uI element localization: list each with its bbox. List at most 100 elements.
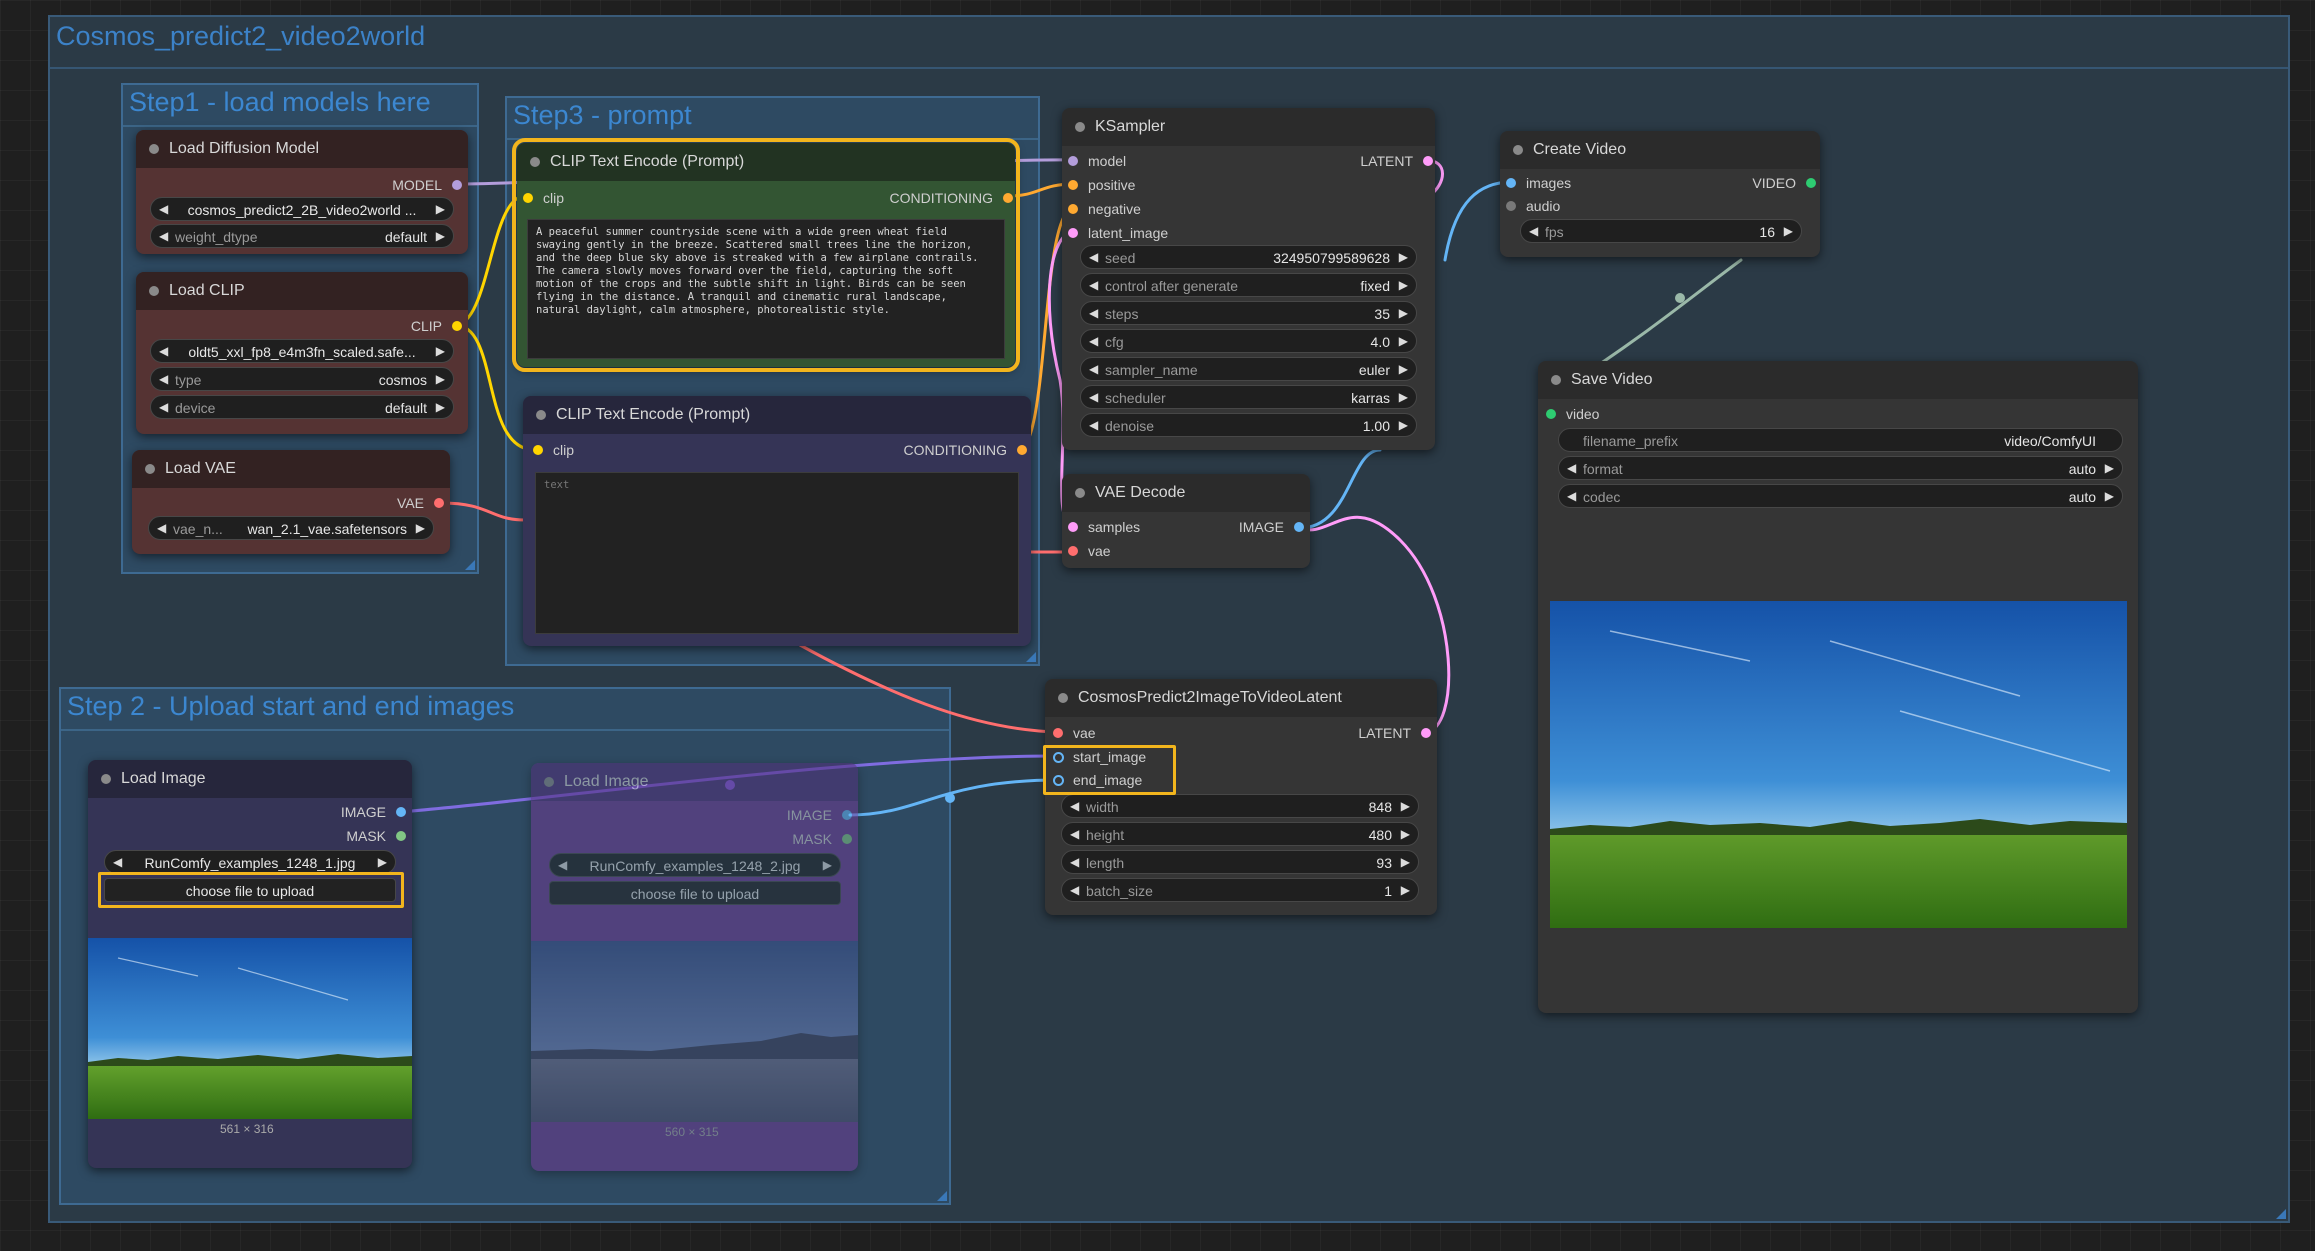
decrement-arrow-icon[interactable]: ◀ bbox=[113, 855, 122, 869]
collapse-dot[interactable] bbox=[1551, 375, 1561, 385]
decrement-arrow-icon[interactable]: ◀ bbox=[1070, 827, 1079, 841]
clip-type-combo[interactable]: ◀ type cosmos ▶ bbox=[150, 367, 454, 391]
output-pin[interactable] bbox=[396, 831, 406, 841]
collapse-dot[interactable] bbox=[1513, 145, 1523, 155]
input-pin[interactable] bbox=[1506, 178, 1516, 188]
sampler-name-widget[interactable]: ◀ sampler_name euler ▶ bbox=[1080, 357, 1417, 381]
choose-file-button[interactable]: choose file to upload bbox=[549, 881, 841, 905]
negative-prompt-textarea[interactable]: text bbox=[535, 472, 1019, 634]
input-pin[interactable] bbox=[1546, 409, 1556, 419]
node-load-vae[interactable]: Load VAE VAE ◀ vae_n... wan_2.1_vae.safete… bbox=[132, 450, 450, 554]
output-mask[interactable]: MASK bbox=[792, 831, 852, 847]
decrement-arrow-icon[interactable]: ◀ bbox=[1089, 362, 1098, 376]
node-header[interactable]: Load VAE bbox=[132, 450, 450, 488]
node-header[interactable]: Load Image bbox=[531, 763, 858, 801]
decrement-arrow-icon[interactable]: ◀ bbox=[1070, 855, 1079, 869]
output-vae[interactable]: VAE bbox=[397, 495, 444, 511]
node-load-diffusion-model[interactable]: Load Diffusion Model MODEL ◀ cosmos_predi… bbox=[136, 130, 468, 254]
image-file-combo[interactable]: ◀ RunComfy_examples_1248_2.jpg ▶ bbox=[549, 853, 841, 877]
input-model[interactable]: model bbox=[1068, 153, 1126, 169]
collapse-dot[interactable] bbox=[1075, 488, 1085, 498]
decrement-arrow-icon[interactable]: ◀ bbox=[1567, 489, 1576, 503]
fps-widget[interactable]: ◀ fps 16 ▶ bbox=[1520, 219, 1802, 243]
increment-arrow-icon[interactable]: ▶ bbox=[436, 400, 445, 414]
increment-arrow-icon[interactable]: ▶ bbox=[1401, 855, 1410, 869]
increment-arrow-icon[interactable]: ▶ bbox=[416, 521, 425, 535]
decrement-arrow-icon[interactable]: ◀ bbox=[159, 372, 168, 386]
decrement-arrow-icon[interactable]: ◀ bbox=[1070, 883, 1079, 897]
codec-widget[interactable]: ◀ codec auto ▶ bbox=[1558, 484, 2123, 508]
vae-name-combo[interactable]: ◀ vae_n... wan_2.1_vae.safetensors ▶ bbox=[148, 516, 434, 540]
output-video[interactable]: VIDEO bbox=[1752, 175, 1816, 191]
increment-arrow-icon[interactable]: ▶ bbox=[823, 858, 832, 872]
increment-arrow-icon[interactable]: ▶ bbox=[1784, 224, 1793, 238]
node-header[interactable]: Load Diffusion Model bbox=[136, 130, 468, 168]
input-pin[interactable] bbox=[1068, 546, 1078, 556]
output-clip[interactable]: CLIP bbox=[411, 318, 462, 334]
decrement-arrow-icon[interactable]: ◀ bbox=[1567, 461, 1576, 475]
collapse-dot[interactable] bbox=[536, 410, 546, 420]
decrement-arrow-icon[interactable]: ◀ bbox=[1089, 250, 1098, 264]
output-image[interactable]: IMAGE bbox=[341, 804, 406, 820]
collapse-dot[interactable] bbox=[1058, 693, 1068, 703]
output-pin[interactable] bbox=[452, 180, 462, 190]
collapse-dot[interactable] bbox=[544, 777, 554, 787]
node-header[interactable]: Load CLIP bbox=[136, 272, 468, 310]
node-header[interactable]: KSampler bbox=[1062, 108, 1435, 146]
increment-arrow-icon[interactable]: ▶ bbox=[1401, 799, 1410, 813]
input-pin[interactable] bbox=[1068, 180, 1078, 190]
collapse-dot[interactable] bbox=[145, 464, 155, 474]
batch-size-widget[interactable]: ◀ batch_size 1 ▶ bbox=[1061, 878, 1419, 902]
collapse-dot[interactable] bbox=[1075, 122, 1085, 132]
output-conditioning[interactable]: CONDITIONING bbox=[890, 190, 1013, 206]
output-image[interactable]: IMAGE bbox=[787, 807, 852, 823]
increment-arrow-icon[interactable]: ▶ bbox=[2105, 461, 2114, 475]
node-header[interactable]: CosmosPredict2ImageToVideoLatent bbox=[1045, 679, 1437, 717]
output-latent[interactable]: LATENT bbox=[1360, 153, 1433, 169]
decrement-arrow-icon[interactable]: ◀ bbox=[159, 400, 168, 414]
input-pin[interactable] bbox=[1068, 156, 1078, 166]
output-pin[interactable] bbox=[1003, 193, 1013, 203]
image-file-combo[interactable]: ◀ RunComfy_examples_1248_1.jpg ▶ bbox=[104, 850, 396, 874]
prompt-textarea[interactable]: A peaceful summer countryside scene with… bbox=[527, 219, 1005, 359]
output-pin[interactable] bbox=[1423, 156, 1433, 166]
output-pin[interactable] bbox=[1294, 522, 1304, 532]
decrement-arrow-icon[interactable]: ◀ bbox=[1089, 334, 1098, 348]
format-widget[interactable]: ◀ format auto ▶ bbox=[1558, 456, 2123, 480]
seed-widget[interactable]: ◀ seed 324950799589628 ▶ bbox=[1080, 245, 1417, 269]
input-pin[interactable] bbox=[1068, 228, 1078, 238]
collapse-dot[interactable] bbox=[149, 286, 159, 296]
node-header[interactable]: Load Image bbox=[88, 760, 412, 798]
decrement-arrow-icon[interactable]: ◀ bbox=[159, 229, 168, 243]
node-load-clip[interactable]: Load CLIP CLIP ◀ oldt5_xxl_fp8_e4m3fn_sca… bbox=[136, 272, 468, 434]
output-pin[interactable] bbox=[452, 321, 462, 331]
output-pin[interactable] bbox=[842, 834, 852, 844]
input-samples[interactable]: samples bbox=[1068, 519, 1140, 535]
decrement-arrow-icon[interactable]: ◀ bbox=[1089, 306, 1098, 320]
decrement-arrow-icon[interactable]: ◀ bbox=[1089, 390, 1098, 404]
increment-arrow-icon[interactable]: ▶ bbox=[1399, 362, 1408, 376]
node-create-video[interactable]: Create Video images audio VIDEO ◀ fps 16 ▶ bbox=[1500, 131, 1820, 257]
decrement-arrow-icon[interactable]: ◀ bbox=[1529, 224, 1538, 238]
increment-arrow-icon[interactable]: ▶ bbox=[1399, 390, 1408, 404]
output-pin[interactable] bbox=[842, 810, 852, 820]
input-pin[interactable] bbox=[1068, 522, 1078, 532]
clip-name-combo[interactable]: ◀ oldt5_xxl_fp8_e4m3fn_scaled.safe... ▶ bbox=[150, 339, 454, 363]
cfg-widget[interactable]: ◀ cfg 4.0 ▶ bbox=[1080, 329, 1417, 353]
increment-arrow-icon[interactable]: ▶ bbox=[436, 372, 445, 386]
node-header[interactable]: CLIP Text Encode (Prompt) bbox=[523, 396, 1031, 434]
filename-prefix-widget[interactable]: filename_prefix video/ComfyUI bbox=[1558, 428, 2123, 452]
image-preview[interactable] bbox=[88, 938, 412, 1119]
increment-arrow-icon[interactable]: ▶ bbox=[1401, 827, 1410, 841]
unet-name-combo[interactable]: ◀ cosmos_predict2_2B_video2world ... ▶ bbox=[150, 197, 454, 221]
node-header[interactable]: Save Video bbox=[1538, 361, 2138, 399]
input-negative[interactable]: negative bbox=[1068, 201, 1141, 217]
input-vae[interactable]: vae bbox=[1053, 725, 1096, 741]
increment-arrow-icon[interactable]: ▶ bbox=[1399, 278, 1408, 292]
decrement-arrow-icon[interactable]: ◀ bbox=[1089, 418, 1098, 432]
input-pin[interactable] bbox=[1053, 728, 1063, 738]
node-save-video[interactable]: Save Video video filename_prefix video/Co… bbox=[1538, 361, 2138, 1013]
output-image[interactable]: IMAGE bbox=[1239, 519, 1304, 535]
output-mask[interactable]: MASK bbox=[346, 828, 406, 844]
increment-arrow-icon[interactable]: ▶ bbox=[1399, 250, 1408, 264]
